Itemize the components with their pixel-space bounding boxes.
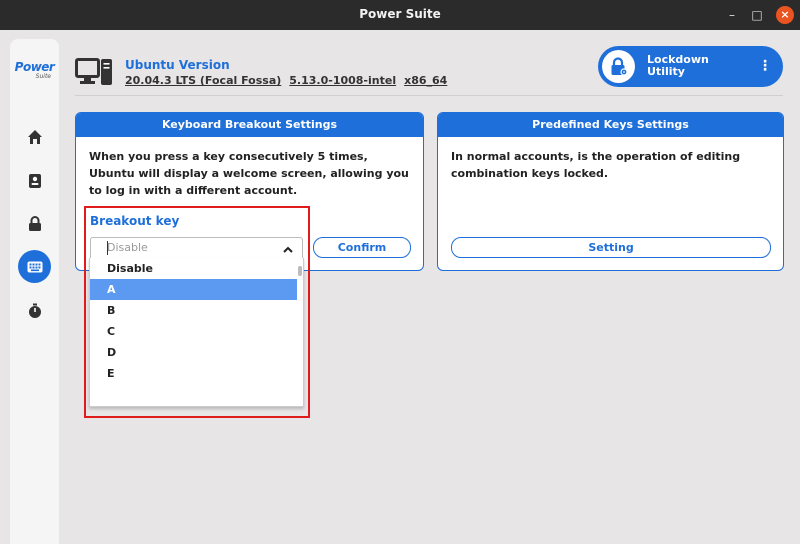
keyboard-breakout-description: When you press a key consecutively 5 tim… bbox=[89, 150, 409, 197]
breakout-key-dropdown[interactable]: Disable A B C D E bbox=[89, 258, 304, 407]
dropdown-option[interactable]: B bbox=[90, 300, 297, 321]
sidebar-item-lock[interactable] bbox=[21, 210, 48, 237]
version-name: 20.04.3 LTS (Focal Fossa) bbox=[125, 74, 282, 87]
version-info: 20.04.3 LTS (Focal Fossa) 5.13.0-1008-int… bbox=[125, 74, 455, 87]
more-options-icon[interactable]: ⋮ bbox=[758, 58, 772, 74]
sidebar-item-account[interactable] bbox=[21, 167, 48, 194]
breakout-key-combobox[interactable]: Disable bbox=[90, 237, 303, 260]
version-title: Ubuntu Version bbox=[125, 58, 230, 72]
id-card-icon bbox=[28, 173, 41, 188]
setting-button[interactable]: Setting bbox=[451, 237, 771, 258]
computer-icon bbox=[75, 58, 113, 90]
lockdown-label: Lockdown Utility bbox=[647, 54, 709, 78]
lockdown-label-line2: Utility bbox=[647, 65, 685, 78]
logo-subtext: Suite bbox=[35, 73, 51, 80]
logo-text: Power bbox=[14, 60, 55, 74]
close-button[interactable]: × bbox=[776, 6, 794, 24]
header-divider bbox=[75, 95, 783, 96]
home-icon bbox=[27, 129, 42, 144]
predefined-keys-title: Predefined Keys Settings bbox=[438, 113, 783, 137]
lockdown-utility-button[interactable]: Lockdown Utility ⋮ bbox=[598, 46, 783, 87]
dropdown-option[interactable]: E bbox=[90, 363, 297, 384]
keyboard-icon bbox=[27, 261, 42, 272]
keyboard-breakout-card: Keyboard Breakout Settings When you pres… bbox=[75, 112, 424, 271]
lock-gear-icon bbox=[602, 50, 635, 83]
sidebar-item-keyboard[interactable] bbox=[18, 250, 51, 283]
text-cursor bbox=[107, 241, 108, 255]
predefined-keys-description: In normal accounts, is the operation of … bbox=[451, 150, 741, 180]
maximize-button[interactable]: □ bbox=[748, 6, 766, 24]
breakout-key-label: Breakout key bbox=[90, 214, 180, 228]
app-body: Power Suite Ubuntu Version 20.04.3 LTS (… bbox=[0, 30, 800, 544]
sidebar-item-home[interactable] bbox=[21, 123, 48, 150]
confirm-button[interactable]: Confirm bbox=[313, 237, 411, 258]
sidebar: Power Suite bbox=[10, 39, 59, 544]
power-suite-logo: Power Suite bbox=[10, 61, 59, 80]
dropdown-option[interactable]: D bbox=[90, 342, 297, 363]
lock-icon bbox=[28, 215, 41, 231]
minimize-button[interactable]: – bbox=[723, 6, 741, 24]
dropdown-option[interactable]: Disable bbox=[90, 258, 297, 279]
timer-icon bbox=[28, 303, 41, 318]
kernel-version: 5.13.0-1008-intel bbox=[289, 74, 397, 87]
predefined-keys-card: Predefined Keys Settings In normal accou… bbox=[437, 112, 784, 271]
title-bar: Power Suite – □ × bbox=[0, 0, 800, 30]
combobox-value: Disable bbox=[107, 241, 148, 254]
dropdown-option[interactable]: C bbox=[90, 321, 297, 342]
dropdown-option-selected[interactable]: A bbox=[90, 279, 297, 300]
sidebar-item-timer[interactable] bbox=[21, 297, 48, 324]
architecture: x86_64 bbox=[404, 74, 448, 87]
keyboard-breakout-title: Keyboard Breakout Settings bbox=[76, 113, 423, 137]
window-title: Power Suite bbox=[359, 7, 441, 21]
dropdown-scrollbar[interactable] bbox=[298, 266, 302, 276]
